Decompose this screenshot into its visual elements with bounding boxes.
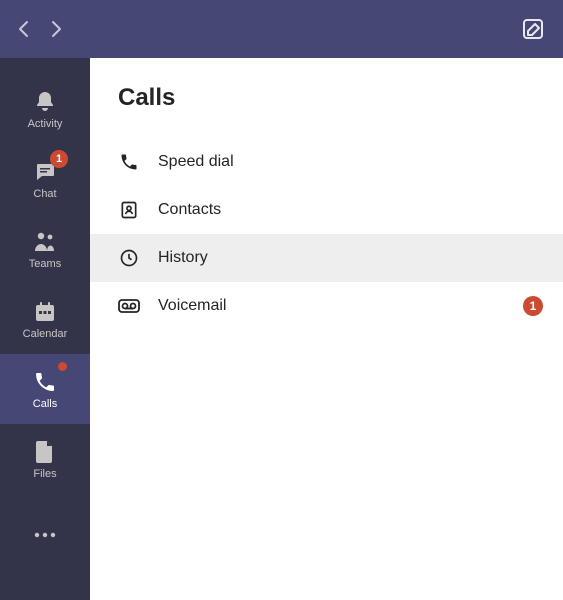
- menu-item-label: Speed dial: [158, 153, 543, 171]
- rail-item-activity[interactable]: Activity: [0, 74, 90, 144]
- menu-item-label: History: [158, 249, 543, 267]
- page-title: Calls: [90, 58, 563, 138]
- forward-icon[interactable]: [51, 20, 62, 38]
- rail-item-label: Files: [33, 468, 56, 480]
- rail-item-calls[interactable]: Calls: [0, 354, 90, 424]
- titlebar: [0, 0, 563, 58]
- rail-item-label: Calls: [33, 398, 57, 410]
- calendar-icon: [32, 299, 58, 325]
- phone-icon: [118, 151, 140, 173]
- back-icon[interactable]: [18, 20, 29, 38]
- rail-item-calendar[interactable]: Calendar: [0, 284, 90, 354]
- history-icon: [118, 247, 140, 269]
- menu-item-label: Voicemail: [158, 297, 505, 315]
- bell-icon: [32, 89, 58, 115]
- calls-menu: Speed dial Contacts History: [90, 138, 563, 330]
- menu-item-voicemail[interactable]: Voicemail 1: [90, 282, 563, 330]
- rail-item-chat[interactable]: Chat 1: [0, 144, 90, 214]
- badge: 1: [523, 296, 543, 316]
- file-icon: [32, 439, 58, 465]
- voicemail-icon: [118, 295, 140, 317]
- rail-item-label: Calendar: [23, 328, 68, 340]
- rail-item-label: Teams: [29, 258, 61, 270]
- rail-item-more[interactable]: [0, 500, 90, 570]
- teams-icon: [32, 229, 58, 255]
- menu-item-speeddial[interactable]: Speed dial: [90, 138, 563, 186]
- phone-icon: [32, 369, 58, 395]
- app-rail: Activity Chat 1 Teams Calendar: [0, 58, 90, 600]
- notification-dot: [58, 362, 67, 371]
- menu-item-history[interactable]: History: [90, 234, 563, 282]
- calls-panel: Calls Speed dial Contacts: [90, 58, 563, 600]
- more-icon: [32, 522, 58, 548]
- menu-item-contacts[interactable]: Contacts: [90, 186, 563, 234]
- contacts-icon: [118, 199, 140, 221]
- compose-icon[interactable]: [521, 17, 545, 41]
- rail-item-files[interactable]: Files: [0, 424, 90, 494]
- rail-item-label: Chat: [33, 188, 56, 200]
- rail-item-teams[interactable]: Teams: [0, 214, 90, 284]
- rail-item-label: Activity: [28, 118, 63, 130]
- window-nav: [18, 20, 62, 38]
- badge: 1: [50, 150, 68, 168]
- menu-item-label: Contacts: [158, 201, 543, 219]
